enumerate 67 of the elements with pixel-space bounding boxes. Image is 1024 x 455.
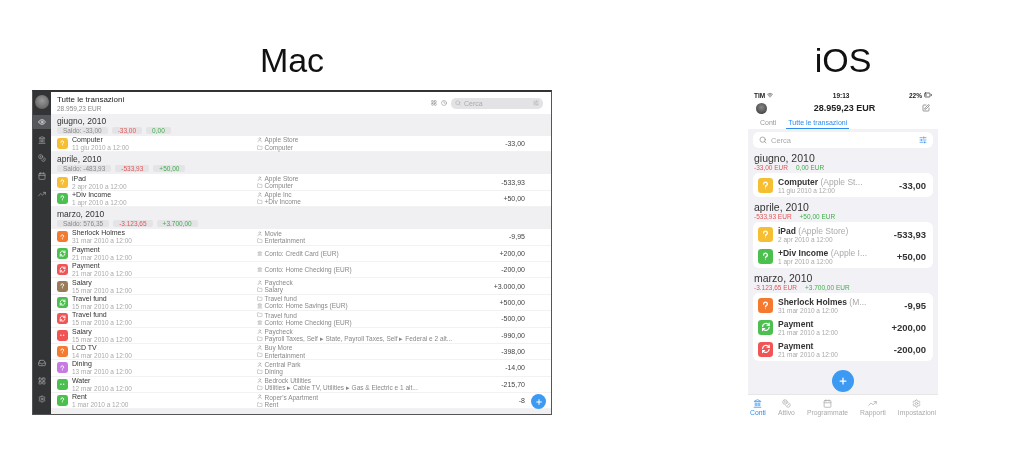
transaction-name: iPad (Apple Store): [778, 225, 849, 236]
person-icon: [257, 394, 263, 400]
bank-icon: [257, 303, 263, 309]
edit-icon[interactable]: [922, 104, 930, 112]
bank-icon: [257, 266, 263, 273]
transaction-name: Computer (Apple St...: [778, 176, 863, 187]
total-balance: 28.959,23 EUR: [813, 103, 876, 113]
search-icon: [759, 136, 767, 144]
transaction-name: Sherlock Holmes (M...: [778, 296, 867, 307]
grid-icon[interactable]: [431, 100, 437, 106]
coins-icon: [781, 398, 791, 408]
amount: +200,00: [891, 321, 926, 333]
plus-icon: [838, 376, 848, 386]
month-heading: marzo, 2010: [754, 272, 814, 284]
folder-icon: [257, 312, 263, 318]
folder-icon: [257, 144, 263, 151]
add-button[interactable]: [832, 370, 854, 392]
person-icon: [257, 378, 263, 384]
search-icon: [455, 100, 461, 106]
person-icon: [257, 230, 263, 236]
person-icon: [257, 361, 263, 368]
person-icon: [257, 137, 263, 143]
transaction-name: Payment: [778, 318, 815, 329]
settings-icon: [912, 398, 922, 408]
folder-icon: [257, 199, 263, 205]
month-heading: aprile, 2010: [57, 154, 103, 165]
amount: -9,95: [904, 299, 926, 311]
avatar[interactable]: [35, 95, 49, 109]
person-icon: [257, 328, 263, 335]
person-icon: [257, 279, 263, 286]
avatar[interactable]: [756, 102, 767, 114]
month-heading: aprile, 2010: [754, 201, 809, 213]
clock-icon[interactable]: [441, 100, 447, 106]
amount: -33,00: [899, 179, 926, 191]
folder-icon: [257, 182, 263, 189]
folder-icon: [257, 385, 263, 391]
folder-icon: [257, 296, 263, 302]
page-title: Tutte le transazioni: [57, 94, 126, 104]
transaction-name: +Div Income (Apple I...: [778, 247, 868, 258]
bank-icon: [257, 250, 263, 256]
amount: -533,93: [893, 228, 926, 240]
month-heading: giugno, 2010: [754, 152, 815, 164]
battery-icon: [924, 91, 932, 99]
amount: -200,00: [893, 343, 926, 355]
filter-icon[interactable]: [919, 136, 927, 144]
person-icon: [257, 175, 263, 182]
transaction-name: Payment: [778, 340, 815, 351]
calendar-icon: [823, 398, 832, 408]
platform-heading: Mac: [259, 40, 325, 80]
folder-icon: [257, 336, 263, 342]
folder-icon: [257, 286, 263, 293]
month-heading: marzo, 2010: [57, 209, 106, 220]
chart-icon: [868, 398, 878, 408]
eye-icon[interactable]: [33, 115, 51, 129]
wifi-icon: [767, 92, 774, 98]
person-icon: [257, 345, 263, 351]
folder-icon: [257, 237, 263, 244]
bank-icon: [753, 398, 763, 408]
bank-icon: [257, 319, 263, 326]
folder-icon: [257, 401, 263, 408]
platform-heading: iOS: [814, 40, 872, 80]
plus-icon: [534, 397, 543, 406]
person-icon: [257, 192, 263, 198]
folder-icon: [257, 368, 263, 375]
amount: +50,00: [896, 250, 926, 262]
folder-icon: [257, 352, 263, 358]
month-heading: giugno, 2010: [57, 116, 108, 126]
